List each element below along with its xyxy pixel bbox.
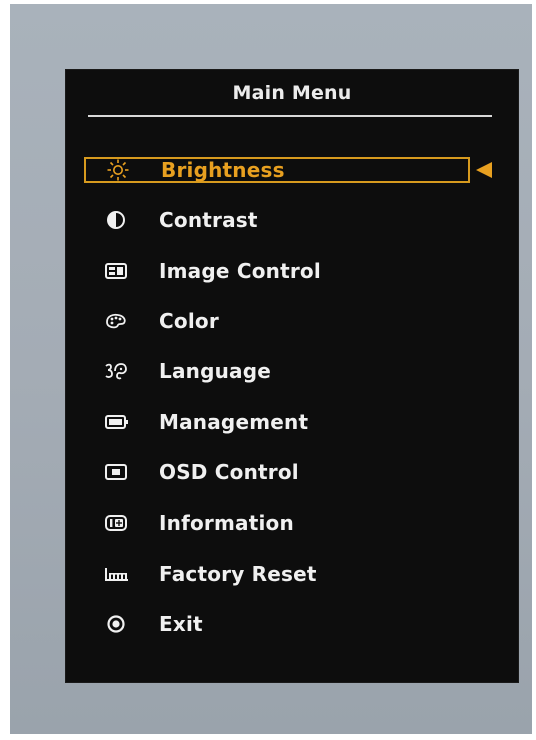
menu-item-factory-reset[interactable]: Factory Reset bbox=[84, 561, 470, 587]
menu-item-language[interactable]: Language bbox=[84, 358, 470, 384]
menu-item-contrast[interactable]: Contrast bbox=[84, 207, 470, 233]
menu-item-osd-control[interactable]: OSD Control bbox=[84, 459, 470, 485]
menu-item-label: Language bbox=[159, 359, 272, 383]
exit-icon bbox=[86, 612, 146, 636]
title-divider bbox=[88, 115, 492, 117]
management-icon bbox=[86, 410, 146, 434]
factory-reset-icon bbox=[86, 562, 146, 586]
menu-item-management[interactable]: Management bbox=[84, 409, 470, 435]
monitor-bezel-photo: Main Menu Brightness Contrast Image Cont… bbox=[10, 4, 532, 734]
menu-item-image-control[interactable]: Image Control bbox=[84, 258, 470, 284]
osd-main-menu-panel: Main Menu Brightness Contrast Image Cont… bbox=[66, 70, 518, 682]
color-palette-icon bbox=[86, 309, 146, 333]
image-control-icon bbox=[86, 259, 146, 283]
information-icon bbox=[86, 511, 146, 535]
menu-item-label: Management bbox=[159, 410, 309, 434]
osd-control-icon bbox=[86, 460, 146, 484]
menu-item-label: Brightness bbox=[161, 158, 285, 182]
menu-item-label: Exit bbox=[159, 612, 203, 636]
menu-item-label: OSD Control bbox=[159, 460, 299, 484]
menu-item-label: Contrast bbox=[159, 208, 258, 232]
menu-item-information[interactable]: Information bbox=[84, 510, 470, 536]
menu-item-label: Image Control bbox=[159, 259, 321, 283]
page-title: Main Menu bbox=[232, 82, 352, 104]
menu-item-label: Information bbox=[159, 511, 294, 535]
selection-arrow-icon bbox=[476, 162, 492, 178]
language-icon bbox=[86, 359, 146, 383]
menu-item-label: Color bbox=[159, 309, 219, 333]
brightness-icon bbox=[88, 158, 148, 182]
menu-item-exit[interactable]: Exit bbox=[84, 611, 470, 637]
contrast-icon bbox=[86, 208, 146, 232]
menu-item-label: Factory Reset bbox=[159, 562, 317, 586]
menu-item-brightness[interactable]: Brightness bbox=[84, 157, 470, 183]
menu-item-color[interactable]: Color bbox=[84, 308, 470, 334]
